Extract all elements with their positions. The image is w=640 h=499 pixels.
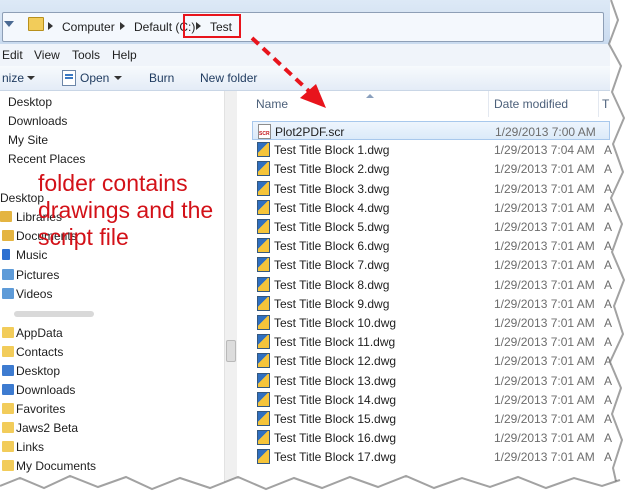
torn-edge-effect [0, 0, 640, 499]
